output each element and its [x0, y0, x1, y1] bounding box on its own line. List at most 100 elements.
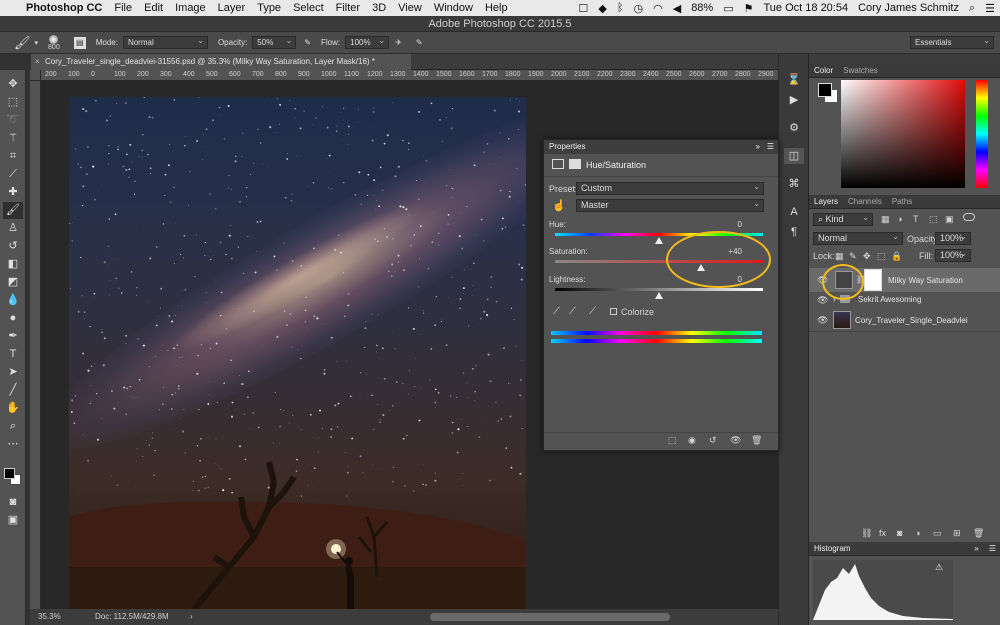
channel-dropdown[interactable]: Master: [576, 198, 764, 212]
screen-mode-icon[interactable]: ▣: [3, 512, 23, 529]
clip-to-layer-icon[interactable]: ⬚: [668, 435, 677, 446]
lock-artboard-icon[interactable]: ⬚: [877, 251, 886, 262]
collapse-panel-icon[interactable]: »: [969, 544, 983, 553]
notification-icon[interactable]: ☐: [574, 2, 594, 15]
actions-play-icon[interactable]: ▶: [784, 92, 804, 108]
bluetooth-icon[interactable]: ᛒ: [612, 2, 629, 14]
airbrush-icon[interactable]: ✈: [395, 38, 402, 47]
filter-smart-object-icon[interactable]: ▣: [945, 214, 954, 225]
filter-pixel-icon[interactable]: ▦: [881, 214, 890, 225]
lock-all-icon[interactable]: 🔒: [891, 251, 902, 262]
list-icon[interactable]: ☰: [980, 2, 1000, 15]
flow-field[interactable]: 100%: [345, 35, 390, 49]
brush-preset-picker[interactable]: 800: [48, 34, 60, 51]
quick-mask-icon[interactable]: ◙: [3, 494, 23, 511]
lock-position-icon[interactable]: ✥: [863, 251, 871, 262]
filter-shape-icon[interactable]: ⬚: [929, 214, 938, 225]
hue-slider-thumb[interactable]: [655, 237, 663, 244]
layer-filter-dropdown[interactable]: ⌕ Kind: [813, 212, 873, 226]
layer-name[interactable]: Cory_Traveler_Single_Deadvlei: [855, 316, 968, 325]
healing-brush-icon[interactable]: ✚: [3, 184, 23, 201]
history-brush-icon[interactable]: ↺: [3, 238, 23, 255]
menu-help[interactable]: Help: [479, 2, 514, 14]
colorize-checkbox[interactable]: [610, 308, 617, 315]
tab-channels[interactable]: Channels: [843, 197, 887, 206]
lock-pixels-icon[interactable]: ✎: [849, 251, 857, 262]
battery-percent[interactable]: 88%: [686, 2, 718, 14]
dodge-tool-icon[interactable]: ●: [3, 310, 23, 327]
eyedropper-icon[interactable]: ⟋: [553, 306, 560, 317]
opacity-field[interactable]: 50%: [252, 35, 297, 49]
tab-swatches[interactable]: Swatches: [838, 66, 883, 75]
menu-view[interactable]: View: [392, 2, 428, 14]
new-group-icon[interactable]: ▭: [933, 528, 942, 539]
eyedropper-tool-icon[interactable]: ⟋: [3, 166, 23, 183]
time-machine-icon[interactable]: ◷: [629, 2, 649, 15]
preset-dropdown[interactable]: Custom: [576, 181, 764, 195]
warning-icon[interactable]: ⚠: [935, 562, 943, 573]
foreground-color-swatch[interactable]: [4, 468, 15, 479]
lightness-slider-track[interactable]: [555, 288, 763, 291]
collapse-panel-icon[interactable]: »: [756, 140, 760, 154]
path-selection-icon[interactable]: ➤: [3, 364, 23, 381]
paragraph-panel-icon[interactable]: ¶: [784, 224, 804, 240]
gradient-tool-icon[interactable]: ◩: [3, 274, 23, 291]
pressure-opacity-icon[interactable]: ✎: [304, 38, 311, 47]
move-tool-icon[interactable]: ✥: [3, 76, 23, 93]
dropbox-icon[interactable]: ◆: [593, 2, 611, 15]
blur-tool-icon[interactable]: 💧: [3, 292, 23, 309]
layer-row[interactable]: 👁 Cory_Traveler_Single_Deadvlei: [809, 308, 1000, 332]
eraser-tool-icon[interactable]: ◧: [3, 256, 23, 273]
horizontal-scrollbar[interactable]: [430, 613, 670, 621]
marquee-tool-icon[interactable]: ⬚: [3, 94, 23, 111]
document-image[interactable]: [69, 97, 526, 609]
menu-app-name[interactable]: Photoshop CC: [20, 2, 108, 14]
brush-tool-icon[interactable]: 🖌: [3, 202, 23, 219]
magic-wand-icon[interactable]: ⚚: [3, 130, 23, 147]
layer-name[interactable]: Milky Way Saturation: [888, 276, 963, 285]
search-icon[interactable]: ⌕: [964, 2, 980, 15]
clock[interactable]: Tue Oct 18 20:54: [759, 2, 854, 14]
brush-icon[interactable]: 🖌: [14, 35, 31, 51]
tab-layers[interactable]: Layers: [809, 197, 843, 206]
layer-name[interactable]: Sekrit Awesoming: [858, 295, 921, 304]
filter-adjustment-icon[interactable]: ◑: [897, 214, 902, 224]
zoom-level[interactable]: 35.3%: [38, 609, 61, 625]
layer-mask-icon[interactable]: [569, 159, 581, 169]
panel-menu-icon[interactable]: ☰: [767, 140, 774, 154]
menu-edit[interactable]: Edit: [138, 2, 169, 14]
workspace-dropdown[interactable]: Essentials: [910, 35, 994, 49]
volume-icon[interactable]: ◀: [668, 2, 686, 15]
crop-tool-icon[interactable]: ⌗: [3, 148, 23, 165]
filter-toggle[interactable]: [963, 213, 975, 221]
menu-filter[interactable]: Filter: [330, 2, 366, 14]
tab-paths[interactable]: Paths: [887, 197, 917, 206]
user-name[interactable]: Cory James Schmitz: [853, 2, 964, 14]
pressure-size-icon[interactable]: ✎: [416, 38, 423, 47]
new-adjustment-icon[interactable]: ◑: [915, 528, 920, 538]
menu-layer[interactable]: Layer: [212, 2, 252, 14]
reset-icon[interactable]: ↺: [709, 435, 717, 446]
foreground-color[interactable]: [818, 83, 832, 97]
link-layers-icon[interactable]: ⛓: [861, 528, 872, 539]
clone-stamp-icon[interactable]: ♙: [3, 220, 23, 237]
pen-tool-icon[interactable]: ✒: [3, 328, 23, 345]
ruler-origin[interactable]: [30, 70, 41, 81]
tab-color[interactable]: Color: [809, 66, 838, 75]
character-panel-icon[interactable]: A: [784, 204, 804, 220]
eyedropper-plus-icon[interactable]: ⟋: [569, 306, 576, 317]
brush-panel-toggle-icon[interactable]: ▤: [73, 36, 86, 49]
fill-field[interactable]: 100%: [935, 248, 971, 262]
history-panel-icon[interactable]: ⌛: [784, 72, 804, 88]
menu-window[interactable]: Window: [428, 2, 479, 14]
eye-icon[interactable]: 👁: [817, 315, 828, 326]
panel-menu-icon[interactable]: ☰: [984, 544, 1000, 553]
line-tool-icon[interactable]: ╱: [3, 382, 23, 399]
add-mask-icon[interactable]: ◙: [897, 528, 902, 538]
menu-select[interactable]: Select: [287, 2, 330, 14]
hand-tool-icon[interactable]: ✋: [3, 400, 23, 417]
chevron-down-icon[interactable]: ▾: [35, 39, 39, 47]
targeted-adjustment-hand-icon[interactable]: ☝: [552, 199, 566, 212]
status-menu-arrow[interactable]: ›: [190, 609, 193, 625]
image-layer-thumbnail[interactable]: [833, 311, 851, 329]
